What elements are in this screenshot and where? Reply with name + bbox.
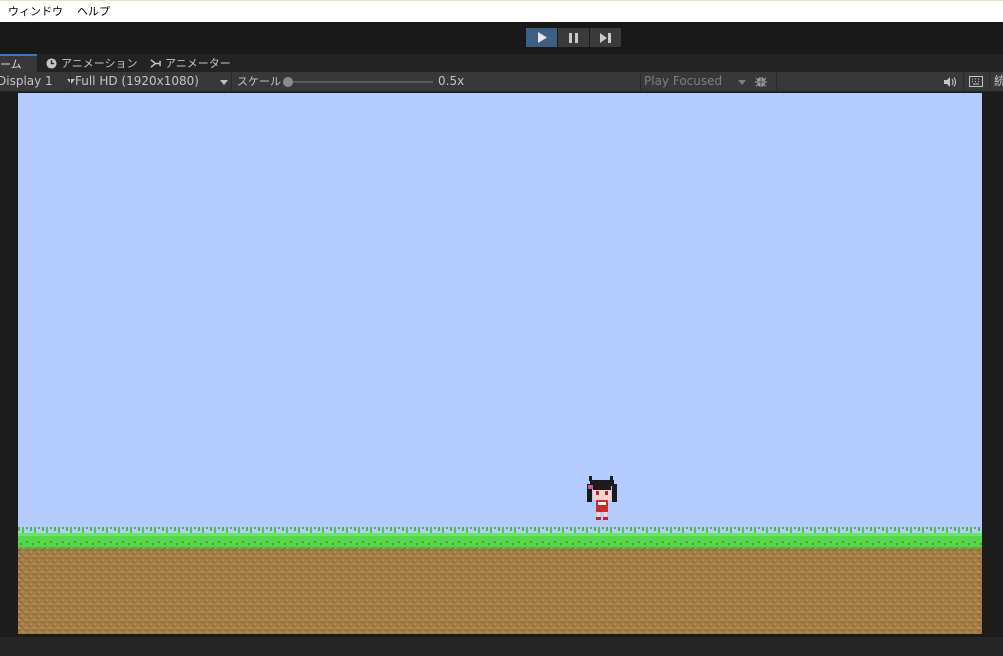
slider-thumb[interactable] [283, 77, 293, 87]
slider-track [287, 81, 433, 83]
status-bar [0, 636, 1003, 656]
keyboard-icon [969, 76, 983, 87]
chevron-down-icon [738, 80, 746, 85]
tab-animation[interactable]: アニメーション [46, 54, 138, 73]
tab-animator[interactable]: アニメーター [150, 54, 231, 73]
menu-help[interactable]: ヘルプ [70, 2, 117, 22]
tab-animation-label: アニメーション [61, 57, 138, 70]
play-icon [537, 32, 547, 43]
resolution-dropdown[interactable]: Full HD (1920x1080) [75, 72, 230, 91]
step-icon [600, 32, 611, 43]
play-mode-dropdown[interactable]: Play Focused [644, 72, 750, 91]
tab-game-label: ーム [0, 58, 22, 71]
resolution-label: Full HD (1920x1080) [75, 74, 199, 88]
display-dropdown[interactable]: Display 1 [0, 72, 75, 91]
shortcuts-button[interactable] [969, 72, 985, 91]
divider [640, 73, 641, 90]
scale-value: 0.5x [438, 74, 465, 88]
menu-window[interactable]: ウィンドウ [0, 2, 70, 22]
grass-strip [18, 527, 982, 549]
pixel-character [587, 476, 617, 520]
play-button[interactable] [526, 28, 557, 47]
dirt-ground [18, 541, 982, 634]
tab-bar: ーム アニメーション アニメーター [0, 53, 1003, 73]
pause-icon [569, 32, 578, 43]
debug-button[interactable] [754, 72, 772, 91]
main-toolbar [0, 22, 1003, 53]
step-button[interactable] [590, 28, 621, 47]
display-label: Display 1 [0, 74, 53, 88]
bug-icon [755, 77, 767, 87]
clock-icon [46, 58, 57, 69]
game-viewport[interactable] [18, 93, 982, 634]
menu-bar: ウィンドウ ヘルプ [0, 0, 1003, 22]
tab-animator-label: アニメーター [165, 57, 231, 70]
scale-slider[interactable] [283, 72, 433, 91]
chevron-down-icon [220, 80, 228, 85]
divider [776, 73, 777, 90]
game-scene [18, 476, 982, 634]
pause-button[interactable] [558, 28, 589, 47]
stats-button[interactable]: 統 [994, 72, 1003, 91]
play-controls [526, 28, 621, 47]
divider [70, 73, 71, 90]
divider [963, 73, 964, 90]
divider [231, 73, 232, 90]
tab-game[interactable]: ーム [0, 54, 37, 73]
animator-icon [150, 59, 161, 68]
speaker-icon [944, 77, 957, 87]
scale-label: スケール [237, 75, 281, 88]
game-view-toolbar: Display 1 Full HD (1920x1080) スケール 0.5x … [0, 72, 1003, 92]
mute-audio-button[interactable] [944, 72, 958, 91]
divider [989, 73, 990, 90]
play-mode-label: Play Focused [644, 74, 723, 88]
